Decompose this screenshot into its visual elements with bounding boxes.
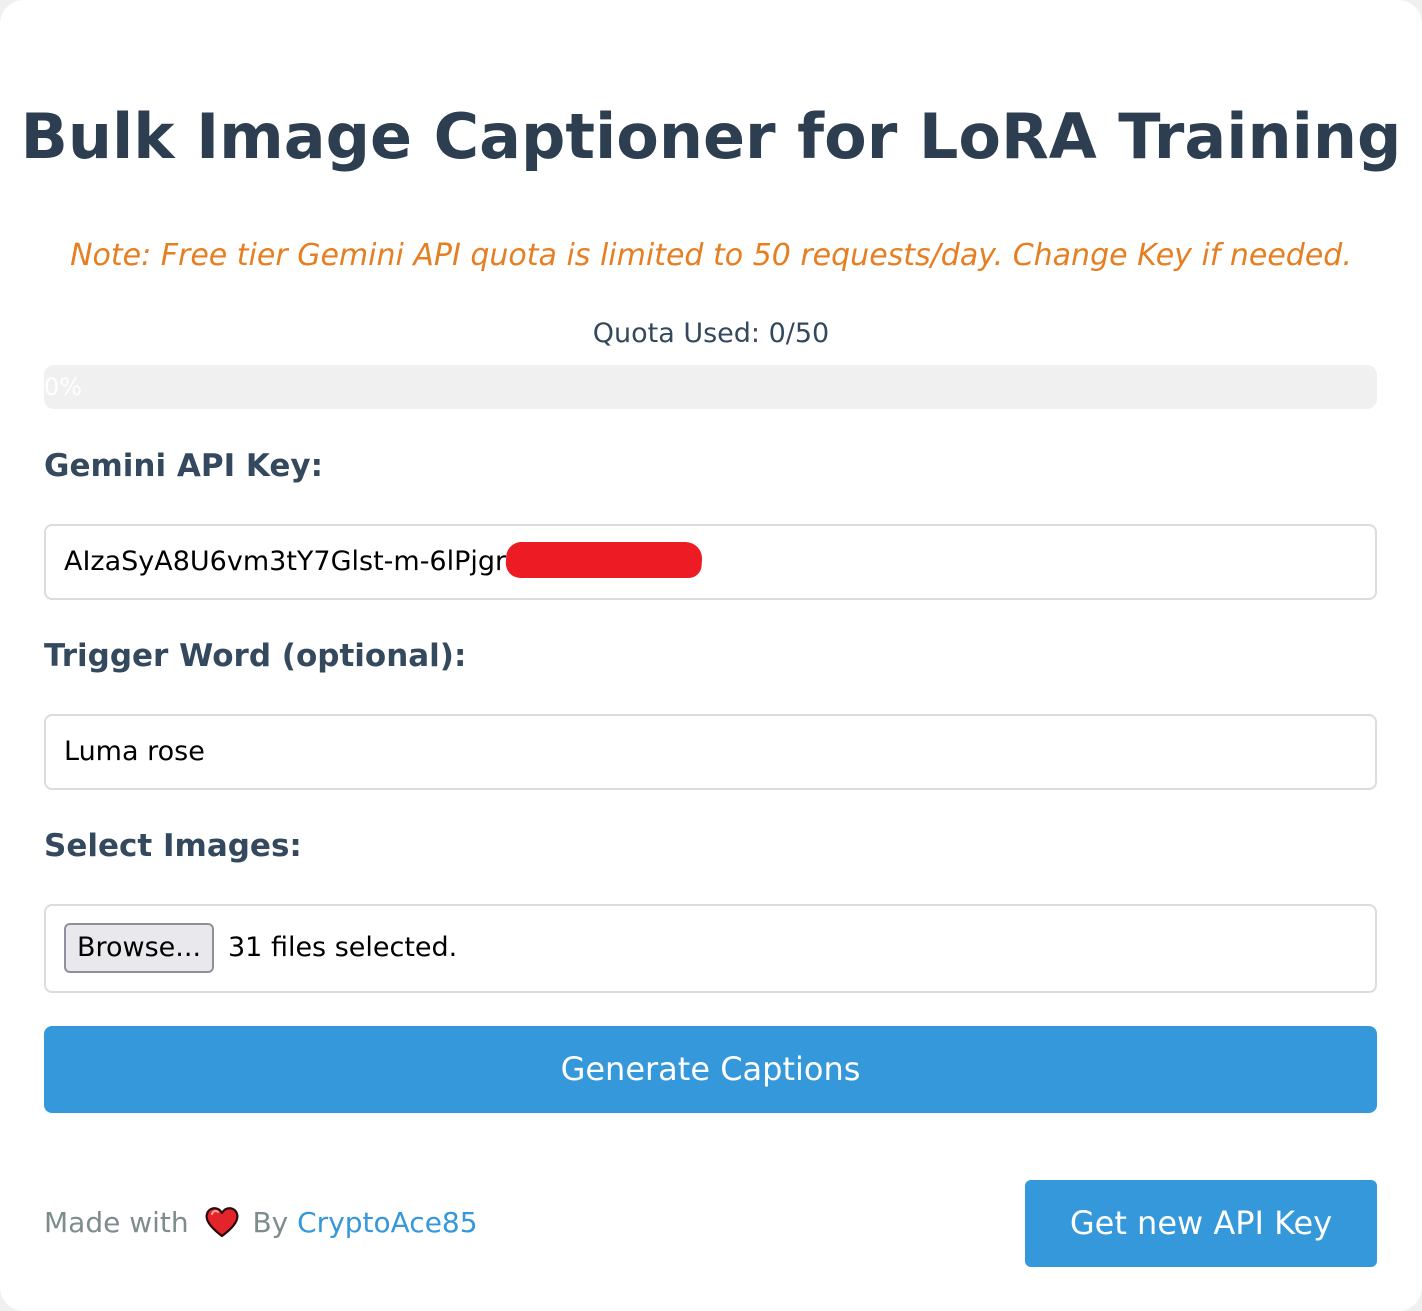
by-text: By [252,1206,289,1239]
heart-icon [205,1207,239,1238]
generate-captions-button[interactable]: Generate Captions [44,1026,1377,1113]
browse-button[interactable]: Browse... [64,923,214,973]
quota-progress-label: 0% [44,373,83,401]
trigger-word-value: Luma rose [64,736,205,767]
files-selected-text: 31 files selected. [228,932,458,963]
trigger-word-label: Trigger Word (optional): [44,638,467,674]
redaction-mark [504,542,704,578]
quota-progress-bar: 0% [44,365,1377,409]
page-title: Bulk Image Captioner for LoRA Training [20,100,1402,173]
main-card: Bulk Image Captioner for LoRA Training N… [0,0,1422,1311]
footer-credit: Made with By CryptoAce85 [44,1203,478,1243]
api-key-label: Gemini API Key: [44,448,324,484]
file-input[interactable]: Browse... 31 files selected. [44,904,1377,993]
author-link[interactable]: CryptoAce85 [297,1206,477,1239]
trigger-word-input[interactable]: Luma rose [44,714,1377,790]
api-key-value: AIzaSyA8U6vm3tY7Glst-m-6lPjgr [64,546,507,577]
get-api-key-button[interactable]: Get new API Key [1025,1180,1377,1267]
select-images-label: Select Images: [44,828,302,864]
quota-note: Note: Free tier Gemini API quota is limi… [70,238,1352,273]
api-key-input[interactable]: AIzaSyA8U6vm3tY7Glst-m-6lPjgr [44,524,1377,600]
quota-used-text: Quota Used: 0/50 [592,318,830,349]
made-with-text: Made with [44,1206,189,1239]
